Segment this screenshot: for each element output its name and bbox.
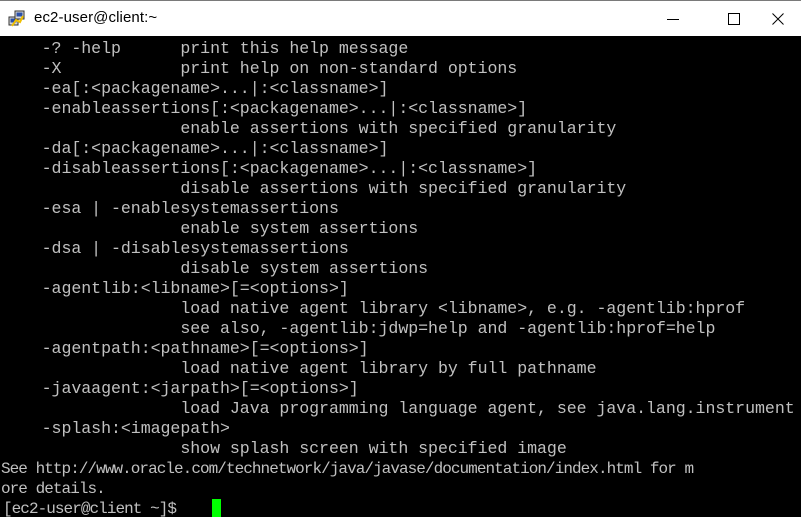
- terminal-line: load native agent library <libname>, e.g…: [2, 299, 746, 318]
- terminal-line: -da[:<packagename>...|:<classname>]: [2, 139, 389, 158]
- terminal-line: -? -help print this help message: [2, 39, 409, 58]
- terminal-cursor[interactable]: [212, 499, 221, 517]
- maximize-button[interactable]: [711, 1, 757, 36]
- terminal-line: show splash screen with specified image: [2, 439, 567, 458]
- terminal-line: -enableassertions[:<packagename>...|:<cl…: [2, 99, 528, 118]
- minimize-button[interactable]: [650, 1, 696, 36]
- terminal-line: enable assertions with specified granula…: [2, 119, 617, 138]
- terminal-footer-line: ore details.: [1, 480, 106, 498]
- close-button[interactable]: [755, 1, 801, 36]
- putty-app-icon[interactable]: [8, 10, 26, 28]
- terminal-output[interactable]: -? -help print this help message -X prin…: [0, 36, 801, 517]
- window-title: ec2-user@client:~: [34, 9, 158, 26]
- terminal-line: -ea[:<packagename>...|:<classname>]: [2, 79, 389, 98]
- terminal-line: load Java programming language agent, se…: [2, 399, 795, 418]
- shell-prompt: [ec2-user@client ~]$: [3, 500, 185, 517]
- terminal-line: disable assertions with specified granul…: [2, 179, 627, 198]
- terminal-footer-line: See http://www.oracle.com/technetwork/ja…: [1, 460, 694, 478]
- terminal-line: -dsa | -disablesystemassertions: [2, 239, 349, 258]
- terminal-line: -agentpath:<pathname>[=<options>]: [2, 339, 369, 358]
- terminal-line: -X print help on non-standard options: [2, 59, 518, 78]
- close-icon: [772, 12, 784, 25]
- terminal-line: -splash:<imagepath>: [2, 419, 230, 438]
- terminal-line: load native agent library by full pathna…: [2, 359, 597, 378]
- terminal-line: see also, -agentlib:jdwp=help and -agent…: [2, 319, 716, 338]
- terminal-line: -agentlib:<libname>[=<options>]: [2, 279, 349, 298]
- maximize-icon: [728, 12, 740, 25]
- terminal-line: disable system assertions: [2, 259, 429, 278]
- terminal-line: enable system assertions: [2, 219, 419, 238]
- terminal-line: -esa | -enablesystemassertions: [2, 199, 339, 218]
- minimize-icon: [667, 18, 679, 20]
- terminal-line: -disableassertions[:<packagename>...|:<c…: [2, 159, 538, 178]
- terminal-line: -javaagent:<jarpath>[=<options>]: [2, 379, 359, 398]
- title-bar[interactable]: ec2-user@client:~: [0, 0, 801, 36]
